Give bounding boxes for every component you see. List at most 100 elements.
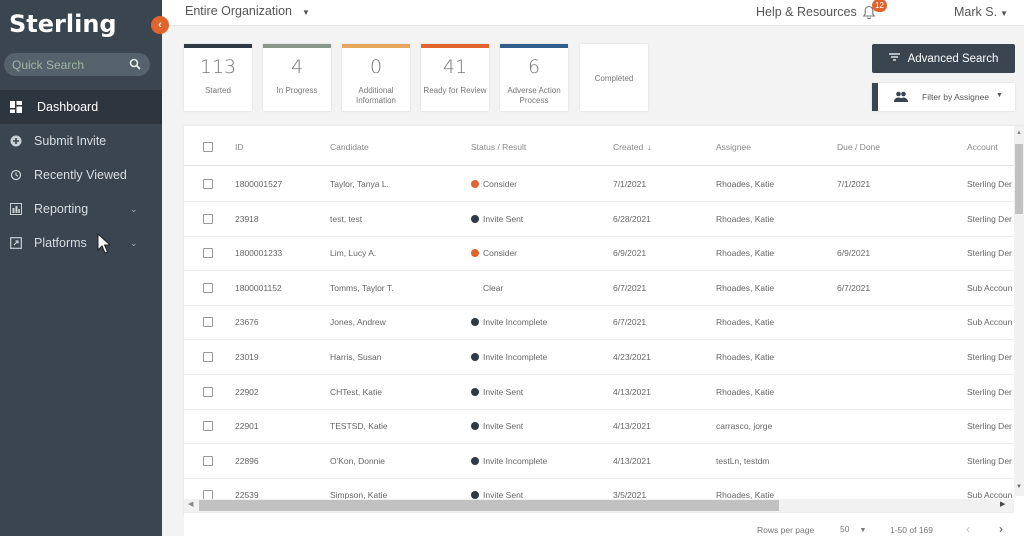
card-additional-information[interactable]: 0 Additional Information bbox=[342, 44, 410, 111]
page-range: 1-50 of 169 bbox=[890, 525, 934, 535]
vertical-scrollbar[interactable]: ▲ ▼ bbox=[1014, 126, 1024, 496]
status-dot-icon bbox=[471, 214, 479, 223]
cell-candidate[interactable]: Lim, Lucy A. bbox=[330, 248, 376, 258]
cell-id[interactable]: 22896 bbox=[235, 456, 259, 466]
search-icon[interactable] bbox=[129, 58, 141, 70]
table-row[interactable]: 23918 test, test Invite Sent 6/28/2021 Rhoad… bbox=[184, 202, 1014, 237]
table-row[interactable]: 22902 CHTest, Katie Invite Sent 4/13/2021 Rh… bbox=[184, 375, 1014, 410]
column-header-id[interactable]: ID bbox=[235, 142, 244, 152]
cell-candidate[interactable]: O'Kon, Donnie bbox=[330, 456, 385, 466]
caret-down-icon: ▼ bbox=[859, 527, 867, 534]
sidebar-item-submit-invite[interactable]: Submit Invite bbox=[0, 124, 162, 158]
cell-id[interactable]: 23019 bbox=[235, 352, 259, 362]
history-icon bbox=[10, 169, 22, 181]
row-checkbox[interactable] bbox=[203, 248, 213, 259]
chevron-down-icon[interactable]: ⌄ bbox=[130, 204, 138, 215]
card-color-bar bbox=[184, 44, 252, 48]
horizontal-scroll-thumb[interactable] bbox=[199, 500, 779, 511]
organization-selector[interactable]: Entire Organization ▼ bbox=[185, 4, 310, 18]
people-icon bbox=[894, 91, 908, 102]
column-header-assignee[interactable]: Assignee bbox=[716, 142, 751, 152]
row-checkbox[interactable] bbox=[203, 317, 213, 328]
chevron-down-icon[interactable]: ⌄ bbox=[130, 238, 138, 249]
card-started[interactable]: 113 Started bbox=[184, 44, 252, 111]
card-completed[interactable]: Completed bbox=[580, 44, 648, 111]
scroll-left-icon[interactable]: ◀ bbox=[188, 500, 193, 508]
organization-selector-label: Entire Organization bbox=[185, 4, 293, 18]
previous-page-button[interactable]: ‹ bbox=[966, 522, 970, 536]
cell-candidate[interactable]: Harris, Susan bbox=[330, 352, 382, 362]
cell-assignee: carrasco, jorge bbox=[716, 421, 773, 432]
cell-candidate[interactable]: Tomms, Taylor T. bbox=[330, 283, 393, 293]
cell-status: Consider bbox=[471, 179, 517, 189]
column-header-created[interactable]: Created ↓ bbox=[613, 142, 652, 152]
cell-id[interactable]: 23676 bbox=[235, 317, 259, 327]
sidebar-item-dashboard[interactable]: Dashboard bbox=[0, 90, 162, 124]
rows-per-page-select[interactable]: 50 ▼ bbox=[840, 524, 866, 534]
sidebar-item-reporting[interactable]: Reporting ⌄ bbox=[0, 192, 162, 226]
scroll-up-icon[interactable]: ▲ bbox=[1016, 130, 1022, 136]
help-resources-link[interactable]: Help & Resources bbox=[756, 5, 857, 19]
cell-id[interactable]: 1800001152 bbox=[235, 283, 282, 293]
cell-created: 4/23/2021 bbox=[613, 352, 651, 362]
cell-id[interactable]: 22901 bbox=[235, 421, 259, 431]
status-text: Invite Sent bbox=[483, 421, 524, 432]
row-checkbox[interactable] bbox=[203, 179, 213, 189]
table-row[interactable]: 23019 Harris, Susan Invite Incomplete 4/23/… bbox=[184, 340, 1014, 375]
card-count: 113 bbox=[199, 56, 237, 78]
cell-candidate[interactable]: TESTSD, Katie bbox=[330, 421, 388, 431]
cell-id[interactable]: 23918 bbox=[235, 214, 259, 224]
status-text: Consider bbox=[483, 179, 518, 189]
table-row[interactable]: 1800001233 Lim, Lucy A. Consider 6/9/2021 Rh… bbox=[184, 236, 1014, 272]
card-in-progress[interactable]: 4 In Progress bbox=[263, 44, 331, 111]
scroll-down-icon[interactable]: ▼ bbox=[1016, 484, 1022, 490]
row-checkbox[interactable] bbox=[203, 282, 213, 293]
cell-id[interactable]: 1800001233 bbox=[235, 248, 282, 258]
table-row[interactable]: 1800001152 Tomms, Taylor T. Clear 6/7/2021 R… bbox=[184, 271, 1014, 306]
user-menu[interactable]: Mark S. ▼ bbox=[954, 5, 1008, 19]
column-header-account[interactable]: Account bbox=[967, 142, 998, 152]
table-row[interactable]: 22901 TESTSD, Katie Invite Sent 4/13/2021 ca… bbox=[184, 409, 1014, 445]
sidebar-item-recently-viewed[interactable]: Recently Viewed bbox=[0, 158, 162, 192]
advanced-search-button[interactable]: Advanced Search bbox=[872, 44, 1015, 73]
row-checkbox[interactable] bbox=[203, 213, 213, 224]
quick-search[interactable] bbox=[4, 53, 150, 76]
row-checkbox[interactable] bbox=[203, 455, 213, 466]
table-row[interactable]: 22896 O'Kon, Donnie Invite Incomplete 4/13/… bbox=[184, 444, 1014, 479]
sidebar-item-platforms[interactable]: Platforms ⌄ bbox=[0, 226, 162, 260]
cell-candidate[interactable]: Taylor, Tanya L. bbox=[330, 179, 389, 189]
filter-by-assignee-dropdown[interactable]: Filter by Assignee ▼ bbox=[872, 83, 1015, 111]
status-dot-icon bbox=[471, 249, 479, 258]
table-header: ID Candidate Status / Result Created ↓ As… bbox=[184, 129, 1014, 166]
table-row[interactable]: 23676 Jones, Andrew Invite Incomplete 6/7/2… bbox=[184, 305, 1014, 341]
row-checkbox[interactable] bbox=[203, 386, 213, 397]
row-checkbox[interactable] bbox=[203, 352, 213, 362]
cell-id[interactable]: 1800001527 bbox=[235, 179, 282, 189]
sterling-logo[interactable]: Sterling bbox=[9, 10, 117, 38]
cell-candidate[interactable]: test, test bbox=[330, 214, 362, 224]
select-all-checkbox[interactable] bbox=[203, 142, 213, 152]
table-row[interactable]: 1800001527 Taylor, Tanya L. Consider 7/1/20… bbox=[184, 167, 1014, 202]
next-page-button[interactable]: › bbox=[999, 522, 1003, 536]
cell-id[interactable]: 22902 bbox=[235, 387, 259, 397]
pagination: Rows per page 50 ▼ 1-50 of 169 ‹ › bbox=[184, 516, 1024, 536]
scroll-right-icon[interactable]: ▶ bbox=[1000, 500, 1005, 508]
card-label: Completed bbox=[594, 74, 634, 83]
card-ready-for-review[interactable]: 41 Ready for Review bbox=[421, 44, 489, 111]
column-header-candidate[interactable]: Candidate bbox=[330, 142, 369, 152]
collapse-sidebar-button[interactable]: ‹ bbox=[151, 16, 169, 34]
cell-candidate[interactable]: Jones, Andrew bbox=[330, 317, 386, 327]
card-adverse-action[interactable]: 6 Adverse Action Process bbox=[500, 44, 568, 111]
horizontal-scrollbar[interactable]: ◀ ▶ bbox=[184, 499, 1014, 512]
column-header-status[interactable]: Status / Result bbox=[471, 142, 526, 152]
row-checkbox[interactable] bbox=[203, 421, 213, 432]
cell-status: Invite Sent bbox=[471, 214, 523, 224]
vertical-scroll-thumb[interactable] bbox=[1015, 144, 1023, 214]
quick-search-input[interactable] bbox=[12, 53, 122, 76]
column-header-due-done[interactable]: Due / Done bbox=[837, 142, 880, 152]
cell-assignee: Rhoades, Katie bbox=[716, 352, 775, 362]
notification-badge: 12 bbox=[872, 0, 887, 12]
cell-candidate[interactable]: CHTest, Katie bbox=[330, 387, 382, 397]
sidebar-nav: Dashboard Submit Invite Recently Viewed … bbox=[0, 90, 162, 260]
rows-per-page-value: 50 bbox=[840, 524, 850, 534]
